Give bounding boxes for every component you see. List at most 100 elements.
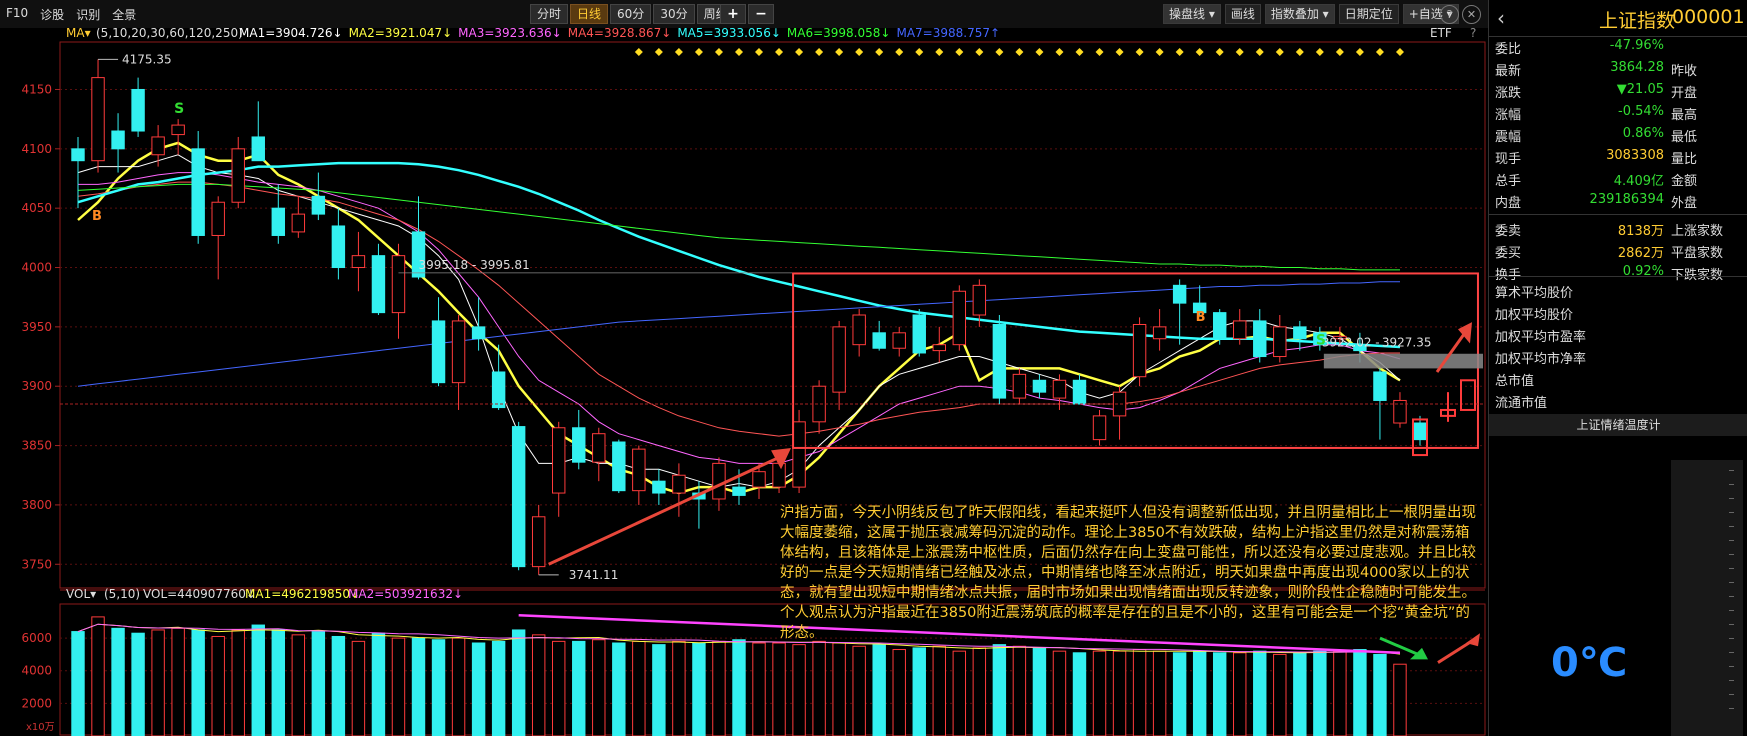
ma-legend-params: (5,10,20,30,60,120,250) xyxy=(96,28,243,40)
candle-body xyxy=(652,480,666,494)
quote-label-secondary: 外盘 xyxy=(1671,196,1698,211)
volume-bar xyxy=(812,640,826,736)
quote-label: 委买 xyxy=(1495,246,1522,261)
quote-row: 涨幅 -0.54% 最高 xyxy=(1489,104,1747,126)
candle-body xyxy=(772,462,786,488)
sentiment-thermometer-title[interactable]: 上证情绪温度计 xyxy=(1489,414,1747,436)
candle-body xyxy=(1293,326,1307,340)
vol-legend-tag[interactable]: VOL▾ xyxy=(66,587,96,601)
volume-tick-label: 6000 xyxy=(21,631,52,645)
volume-bar xyxy=(572,640,586,736)
index-stat-item[interactable]: 流通市值 xyxy=(1495,392,1547,411)
zoom-out-button[interactable]: − xyxy=(748,4,774,24)
index-stat-item[interactable]: 总市值 xyxy=(1495,370,1534,389)
zoom-in-button[interactable]: + xyxy=(720,4,746,24)
candle-body xyxy=(1273,326,1287,358)
volume-bar xyxy=(311,631,326,736)
volume-bar xyxy=(151,629,165,736)
volume-bar xyxy=(1032,647,1047,736)
candle-body xyxy=(612,441,626,492)
index-overlay-dropdown[interactable]: 指数叠加 ▾ xyxy=(1264,4,1335,24)
quote-label-secondary: 最高 xyxy=(1671,108,1698,123)
candle-body xyxy=(331,225,346,269)
etf-label[interactable]: ETF xyxy=(1430,28,1452,40)
vol-legend-ma1: MA1=496219850↓ xyxy=(245,587,360,601)
date-locate-button[interactable]: 日期定位 xyxy=(1338,4,1399,24)
buy-signal-marker: B xyxy=(92,209,102,224)
volume-tick-label: 4000 xyxy=(21,664,52,678)
candle-body xyxy=(892,332,906,349)
volume-bar xyxy=(351,640,366,736)
gauge-tick xyxy=(1729,638,1734,639)
chevron-left-icon[interactable]: ‹ xyxy=(1497,6,1505,30)
gauge-tick xyxy=(1729,582,1734,583)
candle-body xyxy=(191,148,205,236)
volume-bar xyxy=(171,627,185,736)
ma-legend-tag[interactable]: MA▾ xyxy=(66,28,91,40)
high-price-label: 4175.35 xyxy=(122,52,172,66)
quote-value: -0.54% xyxy=(1618,104,1664,119)
volume-bar xyxy=(552,640,566,736)
trading-line-dropdown[interactable]: 操盘线 ▾ xyxy=(1163,4,1221,24)
buy-signal-marker: B xyxy=(1196,310,1206,325)
candle-body xyxy=(672,474,686,494)
candle-body xyxy=(552,427,566,494)
quote-label-secondary: 开盘 xyxy=(1671,86,1698,101)
candle-body xyxy=(1152,326,1167,340)
volume-bar xyxy=(1172,652,1187,736)
price-tick-label: 4100 xyxy=(21,142,52,156)
tab-f10[interactable]: F10 xyxy=(6,6,28,23)
ma-legend-item: MA6=3998.058↓ xyxy=(787,28,891,40)
period-intraday[interactable]: 分时 xyxy=(530,4,569,24)
volume-bar xyxy=(1152,650,1167,736)
ma-help-icon[interactable]: ? xyxy=(1470,28,1476,40)
candle-body xyxy=(1072,379,1087,405)
volume-bar xyxy=(1052,650,1067,736)
sidebar-divider xyxy=(1489,214,1747,215)
ma-legend-item: MA2=3921.047↓ xyxy=(349,28,453,40)
candle-body xyxy=(391,255,406,314)
gauge-tick xyxy=(1729,694,1734,695)
candle-body xyxy=(972,284,987,316)
volume-bar xyxy=(1072,652,1087,736)
period-60min[interactable]: 60分 xyxy=(610,4,652,24)
volume-bar xyxy=(1353,649,1367,736)
price-tick-label: 4000 xyxy=(21,261,52,275)
candle-body xyxy=(371,255,386,314)
draw-line-button[interactable]: 画线 xyxy=(1224,4,1261,24)
volume-bar xyxy=(71,631,85,736)
quote-label: 委卖 xyxy=(1495,224,1522,239)
index-stat-item[interactable]: 加权平均股价 xyxy=(1495,304,1573,323)
close-icon[interactable]: ✕ xyxy=(1462,5,1481,24)
index-stat-item[interactable]: 加权平均市盈率 xyxy=(1495,326,1586,345)
tab-diagnose[interactable]: 诊股 xyxy=(40,6,64,23)
candle-body xyxy=(1092,415,1107,441)
volume-bar xyxy=(1212,652,1227,736)
period-30min[interactable]: 30分 xyxy=(653,4,695,24)
index-stat-item[interactable]: 加权平均市净率 xyxy=(1495,348,1586,367)
help-icon[interactable]: ? xyxy=(1440,5,1459,24)
tab-recognize[interactable]: 识别 xyxy=(76,6,100,23)
candle-body xyxy=(812,385,826,423)
quote-label: 涨幅 xyxy=(1495,108,1522,123)
volume-bar xyxy=(1253,650,1267,736)
volume-bar xyxy=(291,634,306,736)
quote-value: 0.86% xyxy=(1622,126,1664,141)
price-tick-label: 4150 xyxy=(21,82,52,96)
volume-bar xyxy=(1112,650,1127,736)
quote-label: 总手 xyxy=(1495,174,1522,189)
volume-bar xyxy=(752,642,766,736)
volume-bar xyxy=(1233,652,1247,736)
volume-bar xyxy=(1092,650,1107,736)
candle-body xyxy=(531,516,546,568)
resistance-range-label: 3995.18 - 3995.81 xyxy=(419,258,530,272)
toolbar-right-buttons: 操盘线 ▾ 画线 指数叠加 ▾ 日期定位 +自选 ▾ xyxy=(1163,4,1459,24)
candle-body xyxy=(231,148,245,203)
index-stat-item[interactable]: 算术平均股价 xyxy=(1495,282,1573,301)
period-daily[interactable]: 日线 xyxy=(570,4,609,24)
tab-panorama[interactable]: 全景 xyxy=(112,6,136,23)
volume-bar xyxy=(231,629,245,736)
volume-bar xyxy=(211,635,225,736)
quote-value: 8138万 xyxy=(1617,224,1664,239)
quote-row: 总手 4.409亿 金额 xyxy=(1489,170,1747,192)
